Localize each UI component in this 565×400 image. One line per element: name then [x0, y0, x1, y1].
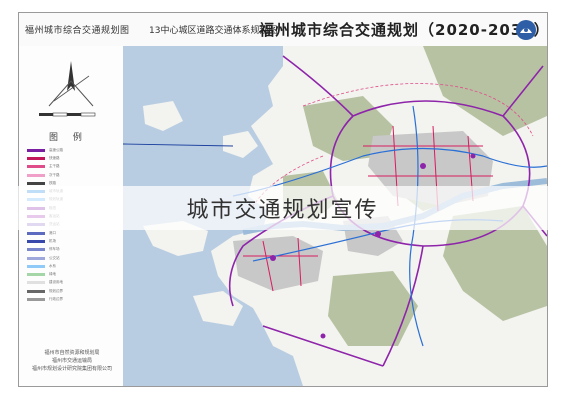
legend-swatch	[27, 231, 45, 235]
legend-swatch	[27, 248, 45, 252]
legend-label: 高速公路	[49, 147, 63, 152]
promo-caption-text: 城市交通规划宣传	[186, 198, 379, 223]
legend-label: 行政边界	[49, 296, 63, 301]
legend-swatch	[27, 256, 45, 260]
legend-item: 主干路	[27, 163, 117, 171]
issuer-note: 福州市交通运输局	[51, 358, 92, 364]
legend-label: 停车场	[49, 247, 60, 252]
scale-bar	[39, 112, 96, 117]
legend-swatch	[27, 264, 45, 268]
legend-label: 快速路	[49, 155, 60, 160]
legend-item: 次干路	[27, 171, 117, 179]
legend-item: 机场	[27, 237, 117, 245]
legend-swatch	[27, 239, 45, 243]
legend-item: 高速公路	[27, 146, 117, 154]
legend-label: 公交站	[49, 255, 60, 260]
title-bar: 福州城市综合交通规划图 13中心城区道路交通体系规划图 福州城市综合交通规划（2…	[19, 13, 550, 47]
legend-heading: 图 例	[49, 133, 88, 143]
transport-hub-icon	[470, 153, 476, 159]
issuer-note: 福州市自然资源和规划局	[44, 350, 100, 356]
issuer-note: 福州市规划设计研究院集团有限公司	[31, 366, 112, 372]
legend-item: 港口	[27, 229, 117, 237]
compass-scale	[39, 61, 96, 117]
transport-hub-icon	[320, 333, 326, 339]
legend-label: 机场	[49, 238, 56, 243]
issuer-notes: 福州市自然资源和规划局 福州市交通运输局福州市规划设计研究院集团有限公司	[25, 349, 119, 373]
legend-swatch	[27, 289, 45, 293]
page-title: 福州城市综合交通规划（2020-2035）	[259, 21, 550, 39]
legend-swatch	[27, 165, 45, 169]
transport-hub-icon	[420, 163, 426, 169]
sheet-name: 福州城市综合交通规划图	[25, 26, 130, 36]
transport-hub-icon	[270, 255, 276, 261]
legend-item: 公交站	[27, 254, 117, 262]
legend-swatch	[27, 281, 45, 285]
legend-label: 主干路	[49, 164, 60, 169]
legend-label: 水系	[49, 263, 56, 268]
legend-item: 停车场	[27, 246, 117, 254]
legend-label: 绿地	[49, 272, 56, 277]
legend-label: 规划边界	[49, 288, 63, 293]
legend-swatch	[27, 173, 45, 177]
legend-swatch	[27, 273, 45, 277]
city-emblem-icon	[516, 20, 536, 40]
legend-swatch	[27, 148, 45, 152]
legend-label: 次干路	[49, 172, 60, 177]
transport-hub-icon	[375, 231, 381, 237]
legend-item: 绿地	[27, 270, 117, 278]
legend-item: 水系	[27, 262, 117, 270]
legend-label: 建设用地	[49, 280, 63, 285]
promo-caption: 城市交通规划宣传	[0, 186, 565, 230]
legend-swatch	[27, 181, 45, 185]
legend-swatch	[27, 156, 45, 160]
legend-item: 行政边界	[27, 295, 117, 303]
legend-item: 快速路	[27, 154, 117, 162]
legend-swatch	[27, 297, 45, 301]
legend-label: 港口	[49, 230, 56, 235]
legend-item: 规划边界	[27, 287, 117, 295]
legend-item: 建设用地	[27, 279, 117, 287]
north-arrow-icon	[48, 61, 94, 107]
